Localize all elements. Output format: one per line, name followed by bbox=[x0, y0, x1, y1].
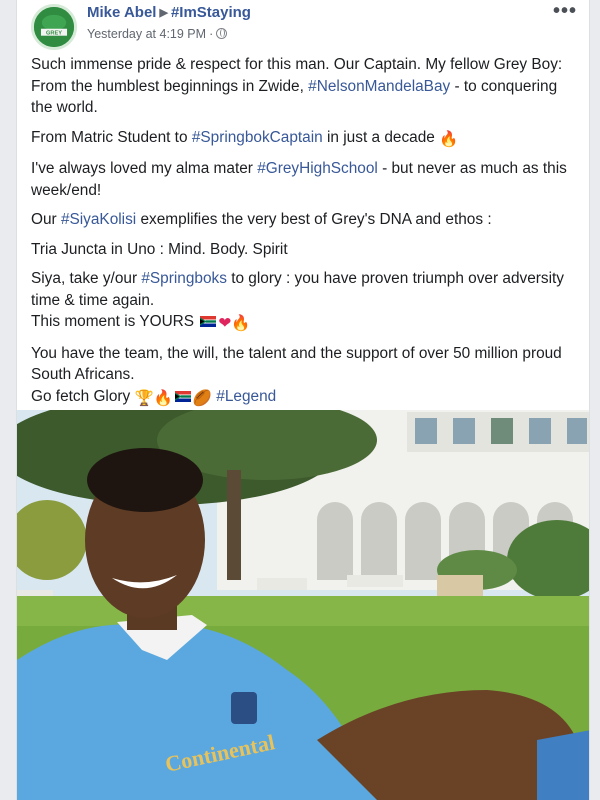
post-card: GREY Mike Abel ▶ #ImStaying Yesterday at 4… bbox=[16, 0, 590, 800]
heart-icon: ❤ bbox=[218, 315, 232, 332]
trophy-icon: 🏆 bbox=[134, 389, 154, 407]
hashtag-link[interactable]: #Springboks bbox=[141, 270, 227, 287]
paragraph-7: You have the team, the will, the talent … bbox=[31, 344, 562, 384]
globe-icon[interactable] bbox=[216, 28, 228, 39]
hashtag-link[interactable]: #NelsonMandelaBay bbox=[308, 78, 450, 95]
text-run: Our bbox=[31, 211, 61, 228]
post-meta: Yesterday at 4:19 PM · bbox=[87, 27, 228, 41]
paragraph-6: Siya, take y/our #Springboks to glory : … bbox=[31, 268, 577, 311]
paragraph-3: I've always loved my alma mater #GreyHig… bbox=[31, 158, 577, 201]
post-header: GREY Mike Abel ▶ #ImStaying Yesterday at 4… bbox=[17, 0, 589, 52]
author-line: Mike Abel ▶ #ImStaying bbox=[87, 4, 251, 21]
hashtag-link[interactable]: #GreyHighSchool bbox=[257, 160, 378, 177]
text-run: Go fetch Glory bbox=[31, 387, 135, 405]
fire-icon: 🔥 bbox=[153, 389, 173, 407]
paragraph-1: Such immense pride & respect for this ma… bbox=[31, 54, 577, 119]
rugby-ball-icon: 🏉 bbox=[192, 389, 213, 407]
more-options-icon[interactable]: ••• bbox=[553, 0, 577, 23]
fire-icon: 🔥 bbox=[231, 315, 251, 332]
avatar-text: GREY bbox=[46, 30, 62, 36]
paragraph-2: From Matric Student to #SpringbokCaptain… bbox=[31, 127, 577, 151]
shared-to-arrow-icon: ▶ bbox=[159, 7, 168, 19]
meta-separator: · bbox=[209, 27, 214, 41]
text-run: Siya, take y/our bbox=[31, 270, 142, 287]
shared-to-link[interactable]: #ImStaying bbox=[171, 4, 251, 21]
post-text: Such immense pride & respect for this ma… bbox=[31, 54, 577, 417]
text-run: exemplifies the very best of Grey's DNA … bbox=[136, 211, 492, 228]
paragraph-6b: This moment is YOURS ❤🔥 bbox=[31, 311, 577, 335]
author-name[interactable]: Mike Abel bbox=[87, 4, 156, 21]
text-run: I've always loved my alma mater bbox=[31, 160, 258, 177]
text-run: in just a decade bbox=[322, 128, 440, 146]
south-africa-flag-icon bbox=[200, 316, 217, 327]
hashtag-link[interactable]: #SiyaKolisi bbox=[61, 211, 136, 228]
post-photo[interactable]: Continental bbox=[17, 410, 589, 800]
text-run: From Matric Student to bbox=[31, 128, 192, 146]
south-africa-flag-icon bbox=[174, 390, 191, 402]
fire-icon: 🔥 bbox=[439, 130, 459, 148]
avatar[interactable]: GREY bbox=[31, 4, 77, 50]
paragraph-4: Our #SiyaKolisi exemplifies the very bes… bbox=[31, 209, 577, 231]
post-timestamp[interactable]: Yesterday at 4:19 PM bbox=[87, 27, 206, 41]
hashtag-link[interactable]: #Legend bbox=[216, 388, 276, 405]
paragraph-5: Tria Juncta in Uno : Mind. Body. Spirit bbox=[31, 240, 288, 258]
paragraph-7b: Go fetch Glory 🏆🔥 🏉 #Legend bbox=[31, 386, 577, 410]
hashtag-link[interactable]: #SpringbokCaptain bbox=[192, 129, 323, 146]
text-run: This moment is YOURS bbox=[31, 313, 199, 330]
